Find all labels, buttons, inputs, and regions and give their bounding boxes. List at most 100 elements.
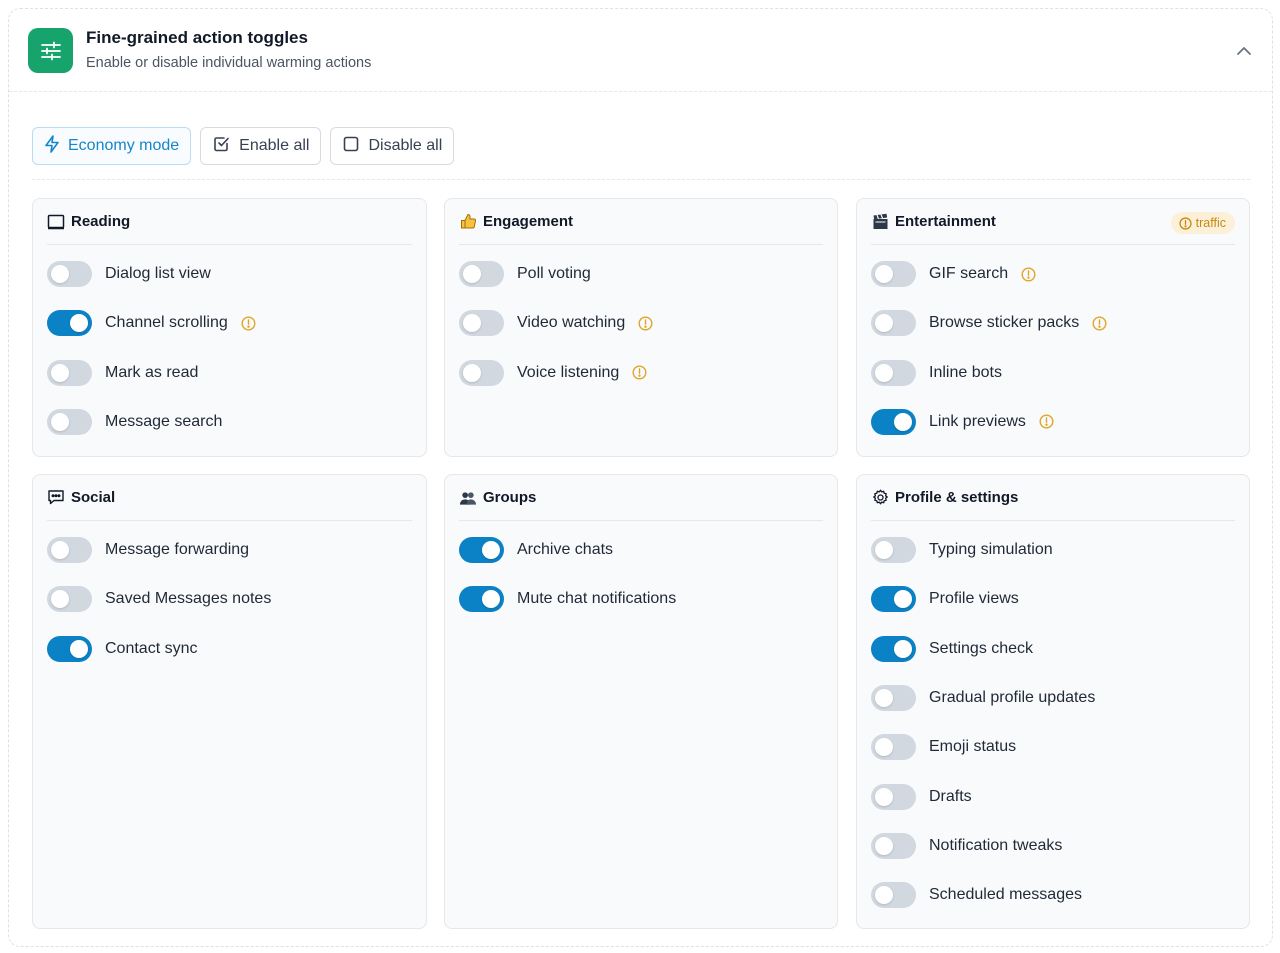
toggle-switch[interactable] [47, 359, 92, 386]
toggle-row: Saved Messages notes [47, 585, 271, 613]
toggle-switch[interactable] [871, 783, 916, 810]
toggle-label: Archive chats [517, 541, 614, 558]
toggle-label: GIF search [929, 265, 1009, 282]
toggle-knob [875, 836, 893, 855]
enable-all-button[interactable]: Enable all [200, 127, 322, 165]
toggle-knob [70, 639, 88, 658]
economy-mode-button[interactable]: Economy mode [32, 127, 192, 165]
toggle-switch[interactable] [871, 537, 916, 563]
category-title: Profile & settings [895, 489, 1019, 506]
warning-icon[interactable] [241, 316, 256, 331]
toggle-row: Settings check [871, 635, 1033, 663]
toggle-label: Contact sync [105, 639, 198, 657]
toggle-switch[interactable] [459, 359, 504, 386]
toggle-row: Poll voting [459, 260, 591, 288]
toggle-switch[interactable] [871, 310, 916, 337]
category-title: Engagement [483, 213, 574, 230]
book-icon [47, 213, 65, 231]
toggle-knob [482, 590, 500, 609]
toggle-switch[interactable] [47, 408, 92, 435]
clapperboard-icon [871, 213, 889, 231]
toggle-switch[interactable] [871, 734, 916, 761]
traffic-badge: traffic [1170, 212, 1235, 234]
lightning-icon [45, 134, 59, 158]
toggle-switch[interactable] [459, 537, 504, 563]
enable-all-label: Enable all [239, 137, 310, 154]
toggle-label: Mark as read [105, 363, 199, 381]
toggle-row: GIF search [871, 260, 1036, 288]
toggle-switch[interactable] [871, 635, 916, 662]
toggle-switch[interactable] [871, 359, 916, 386]
action-toggles-panel: Fine-grained action toggles Enable or di… [8, 8, 1273, 947]
toggle-row: Contact sync [47, 635, 197, 663]
category-card-engagement: Engagement Poll voting Video watching Voice… [444, 198, 838, 457]
toggle-row: Emoji status [871, 733, 1016, 761]
toggle-label: Inline bots [929, 363, 1002, 381]
toggle-switch[interactable] [871, 684, 916, 711]
category-title: Reading [71, 213, 131, 230]
category-card-groups: Groups Archive chats Mute chat notificatio… [444, 474, 838, 929]
toggle-switch[interactable] [47, 261, 92, 287]
toggle-knob [875, 738, 893, 757]
toggle-switch[interactable] [871, 586, 916, 613]
toggle-row: Video watching [459, 309, 653, 337]
toggle-label: Gradual profile updates [929, 688, 1096, 706]
toggle-knob [51, 265, 69, 283]
toggle-label: Drafts [929, 787, 972, 805]
toggle-switch[interactable] [871, 408, 916, 435]
warning-icon[interactable] [638, 316, 653, 331]
toggle-label: Typing simulation [929, 541, 1053, 558]
warning-icon[interactable] [1021, 266, 1036, 282]
toggle-switch[interactable] [47, 310, 92, 337]
toggle-knob [51, 541, 69, 559]
toolbar-divider [32, 179, 1250, 180]
toggle-switch[interactable] [871, 832, 916, 859]
warning-icon[interactable] [632, 365, 647, 380]
toggle-switch[interactable] [871, 261, 916, 287]
chevron-up-icon[interactable] [1232, 39, 1256, 63]
toggle-switch[interactable] [459, 310, 504, 337]
category-card-reading: Reading Dialog list view Channel scrolling… [32, 198, 427, 457]
checkbox-checked-icon [213, 135, 230, 157]
toggle-switch[interactable] [47, 586, 92, 613]
disable-all-button[interactable]: Disable all [330, 127, 455, 165]
toggle-label: Link previews [929, 412, 1026, 430]
toggle-row: Mark as read [47, 359, 198, 387]
category-header: Groups [459, 475, 823, 521]
toggle-switch[interactable] [459, 586, 504, 613]
warning-icon[interactable] [1092, 316, 1107, 331]
toggle-switch[interactable] [47, 635, 92, 662]
toggle-switch[interactable] [871, 882, 916, 909]
category-title: Entertainment [895, 213, 996, 230]
toggle-label: Voice listening [517, 363, 620, 381]
warning-icon[interactable] [1039, 414, 1054, 429]
toggle-label: Browse sticker packs [929, 314, 1080, 332]
toggle-label: Mute chat notifications [517, 590, 677, 608]
toggle-label: Saved Messages notes [105, 590, 272, 608]
toggle-switch[interactable] [47, 537, 92, 563]
toggle-knob [463, 363, 481, 382]
toggle-row: Drafts [871, 783, 972, 811]
toggle-knob [463, 265, 481, 283]
disable-all-label: Disable all [368, 137, 443, 154]
toggle-row: Channel scrolling [47, 309, 256, 337]
toggle-switch[interactable] [459, 261, 504, 287]
toggle-knob [51, 363, 69, 382]
toggle-label: Emoji status [929, 738, 1017, 756]
toggle-knob [894, 590, 912, 609]
category-header: Engagement [459, 199, 823, 245]
toggle-row: Message forwarding [47, 536, 249, 564]
toggle-knob [875, 787, 893, 806]
toggle-knob [875, 314, 893, 333]
toggle-label: Dialog list view [105, 265, 211, 282]
toggle-knob [875, 265, 893, 283]
thumbs-up-icon [459, 213, 477, 231]
toggle-label: Settings check [929, 639, 1034, 657]
category-card-entertainment: Entertainment traffic GIF search Browse sti… [856, 198, 1250, 457]
bulk-actions-toolbar: Economy mode Enable all Disable all [32, 127, 455, 165]
toggle-knob [875, 541, 893, 559]
toggle-label: Poll voting [517, 265, 591, 282]
toggle-row: Notification tweaks [871, 832, 1062, 860]
toggle-row: Dialog list view [47, 260, 211, 288]
category-title: Groups [483, 489, 537, 506]
